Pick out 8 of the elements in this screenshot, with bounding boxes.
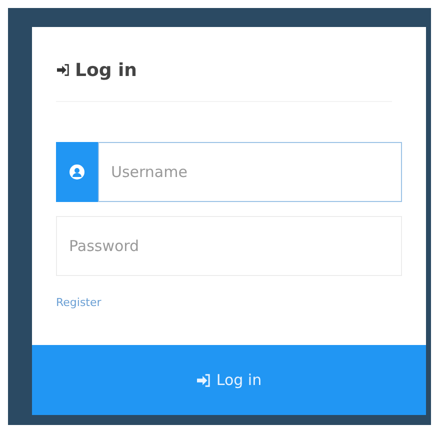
register-link[interactable]: Register [56,296,102,309]
login-icon [56,64,70,76]
login-button[interactable]: Log in [32,345,426,415]
password-field[interactable]: Password [56,216,402,276]
panel-title: Log in [75,60,137,80]
login-icon [196,374,212,386]
user-icon [69,164,85,180]
username-field[interactable]: Username [98,142,402,202]
